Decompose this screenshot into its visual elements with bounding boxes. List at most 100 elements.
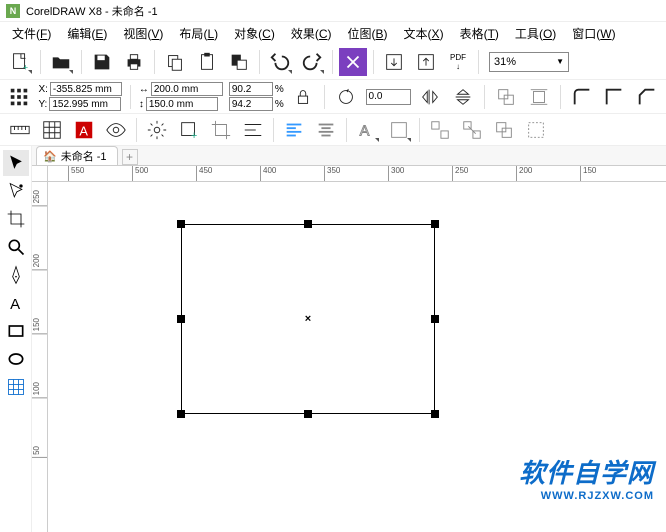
- ruler-horizontal[interactable]: 550500450400350300250200150: [48, 166, 666, 182]
- new-button[interactable]: +: [6, 48, 34, 76]
- scale-x-input[interactable]: [229, 82, 273, 96]
- toolbox: A: [0, 146, 32, 532]
- lock-ratio-button[interactable]: [290, 83, 316, 111]
- y-input[interactable]: [49, 97, 121, 111]
- position-presets-button[interactable]: [6, 83, 32, 111]
- pdf-button[interactable]: PDF↓: [444, 48, 472, 76]
- export-button[interactable]: [380, 48, 408, 76]
- menu-bitmap[interactable]: 位图(B): [340, 23, 396, 44]
- menu-window[interactable]: 窗口(W): [564, 23, 623, 44]
- scale-y-input[interactable]: [229, 97, 273, 111]
- width-input[interactable]: [151, 82, 223, 96]
- ruler-h-tick: 450: [196, 166, 212, 182]
- corner-1-button[interactable]: [569, 83, 595, 111]
- menu-object[interactable]: 对象(C): [226, 23, 283, 44]
- corner-2-button[interactable]: [601, 83, 627, 111]
- menu-text[interactable]: 文本(X): [396, 23, 452, 44]
- publish-button[interactable]: [412, 48, 440, 76]
- menu-view[interactable]: 视图(V): [115, 23, 171, 44]
- mirror-h-button[interactable]: [417, 83, 443, 111]
- para-center-button[interactable]: [312, 116, 340, 144]
- rotate-icon: [333, 83, 359, 111]
- view-button[interactable]: [102, 116, 130, 144]
- selection-handle[interactable]: [304, 220, 312, 228]
- selection-center[interactable]: ×: [305, 313, 311, 325]
- watermark: 软件自学网 WWW.RJZXW.COM: [519, 453, 654, 502]
- para-left-button[interactable]: [280, 116, 308, 144]
- ruler-corner: [32, 166, 48, 182]
- ruler-h-tick: 400: [260, 166, 276, 182]
- height-input[interactable]: [146, 97, 218, 111]
- crop-tool[interactable]: [3, 206, 29, 232]
- zoom-combo[interactable]: 31%▼: [489, 52, 569, 72]
- import-button[interactable]: [339, 48, 367, 76]
- selection-handle[interactable]: [431, 220, 439, 228]
- zoom-tool[interactable]: [3, 234, 29, 260]
- style-button[interactable]: [385, 116, 413, 144]
- selection-handle[interactable]: [177, 220, 185, 228]
- ruler-h-tick: 150: [580, 166, 596, 182]
- selection-handle[interactable]: [304, 410, 312, 418]
- x-input[interactable]: [50, 82, 122, 96]
- menu-effects[interactable]: 效果(C): [283, 23, 340, 44]
- svg-text:A: A: [10, 296, 20, 313]
- canvas-wrap: 🏠 未命名 -1 + 550500450400350300250200150 2…: [32, 146, 666, 532]
- ruler-h-tick: 300: [388, 166, 404, 182]
- align-button[interactable]: [239, 116, 267, 144]
- group-button[interactable]: [426, 116, 454, 144]
- property-bar: X: Y: ↔ ↕ % % 0.0: [0, 80, 666, 114]
- angle-input[interactable]: 0.0: [366, 89, 411, 105]
- selection-handle[interactable]: [431, 410, 439, 418]
- grid-button[interactable]: [38, 116, 66, 144]
- ruler-h-tick: 350: [324, 166, 340, 182]
- mirror-v-button[interactable]: [449, 83, 475, 111]
- new-layer-button[interactable]: +: [175, 116, 203, 144]
- corner-3-button[interactable]: [634, 83, 660, 111]
- char-button[interactable]: A: [353, 116, 381, 144]
- menu-table[interactable]: 表格(T): [452, 23, 507, 44]
- paste-button[interactable]: [193, 48, 221, 76]
- crop-button[interactable]: [207, 116, 235, 144]
- selection-handle[interactable]: [177, 315, 185, 323]
- duplicate-button[interactable]: [225, 48, 253, 76]
- redo-button[interactable]: [298, 48, 326, 76]
- canvas[interactable]: 软件自学网 WWW.RJZXW.COM ×: [48, 182, 666, 532]
- print-button[interactable]: [120, 48, 148, 76]
- settings-button[interactable]: [143, 116, 171, 144]
- table-tool[interactable]: [3, 374, 29, 400]
- document-area: A 🏠 未命名 -1 + 550 500 450 400 350 300 250200150…: [0, 146, 666, 532]
- open-button[interactable]: [47, 48, 75, 76]
- rectangle-tool[interactable]: [3, 318, 29, 344]
- menu-file[interactable]: 文件(F): [4, 23, 59, 44]
- undo-button[interactable]: [266, 48, 294, 76]
- ruler-vertical[interactable]: 25020015010050: [32, 182, 48, 532]
- selection-handle[interactable]: [177, 410, 185, 418]
- pick-tool[interactable]: [3, 150, 29, 176]
- order-button[interactable]: [493, 83, 519, 111]
- pen-tool[interactable]: [3, 262, 29, 288]
- ruler-h-tick: 500: [132, 166, 148, 182]
- scale-fields: % %: [229, 82, 284, 111]
- save-button[interactable]: [88, 48, 116, 76]
- ruler-v-tick: 200: [32, 254, 48, 270]
- shape-tool[interactable]: [3, 178, 29, 204]
- copy-button[interactable]: [161, 48, 189, 76]
- selection-handle[interactable]: [431, 315, 439, 323]
- menu-edit[interactable]: 编辑(E): [59, 23, 115, 44]
- text-frame-button[interactable]: A: [70, 116, 98, 144]
- break-button[interactable]: [522, 116, 550, 144]
- doc-tab-active[interactable]: 🏠 未命名 -1: [36, 146, 118, 165]
- wrap-button[interactable]: [525, 83, 551, 111]
- svg-text:A: A: [360, 123, 370, 139]
- add-tab-button[interactable]: +: [122, 149, 138, 165]
- menu-layout[interactable]: 布局(L): [171, 23, 226, 44]
- ellipse-tool[interactable]: [3, 346, 29, 372]
- text-tool[interactable]: A: [3, 290, 29, 316]
- combine-button[interactable]: [490, 116, 518, 144]
- doc-tabs: 🏠 未命名 -1 +: [32, 146, 666, 166]
- ruler-h-tick: 550: [68, 166, 84, 182]
- menu-tools[interactable]: 工具(O): [507, 23, 564, 44]
- ungroup-button[interactable]: [458, 116, 486, 144]
- home-icon: 🏠: [43, 150, 57, 163]
- ruler-button[interactable]: [6, 116, 34, 144]
